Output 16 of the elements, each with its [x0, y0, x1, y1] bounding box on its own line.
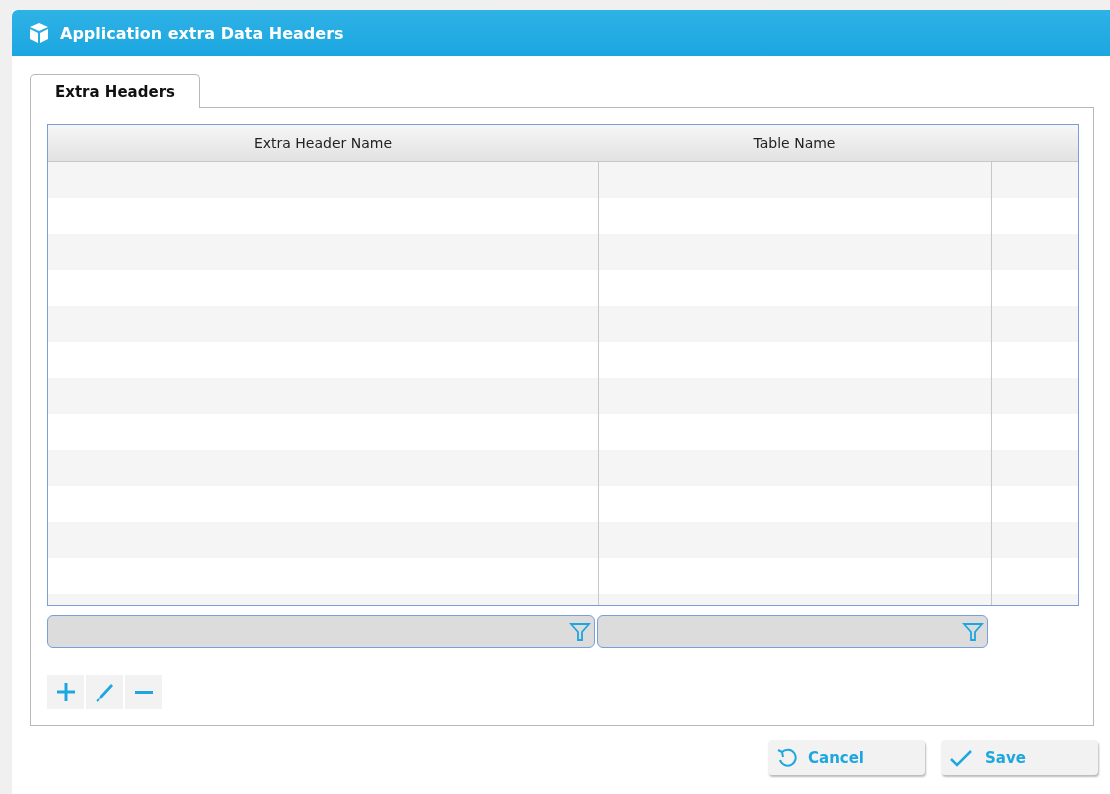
- undo-icon: [776, 746, 798, 769]
- checkmark-icon: [949, 747, 975, 768]
- filter-field[interactable]: [47, 615, 595, 648]
- tab[interactable]: Extra Headers: [30, 74, 200, 108]
- plus-icon: [54, 681, 77, 703]
- filter-field[interactable]: [597, 615, 988, 648]
- add-button[interactable]: [47, 675, 84, 709]
- window-title: Application extra Data Headers: [60, 23, 344, 43]
- minus-icon: [134, 690, 153, 694]
- column-header[interactable]: Extra Header Name: [48, 125, 598, 161]
- filter-icon: [569, 620, 591, 643]
- edit-button[interactable]: [86, 675, 123, 709]
- column-header[interactable]: Table Name: [598, 125, 991, 161]
- filter-icon: [962, 620, 984, 643]
- remove-button[interactable]: [125, 675, 162, 709]
- cube-icon: [28, 22, 50, 44]
